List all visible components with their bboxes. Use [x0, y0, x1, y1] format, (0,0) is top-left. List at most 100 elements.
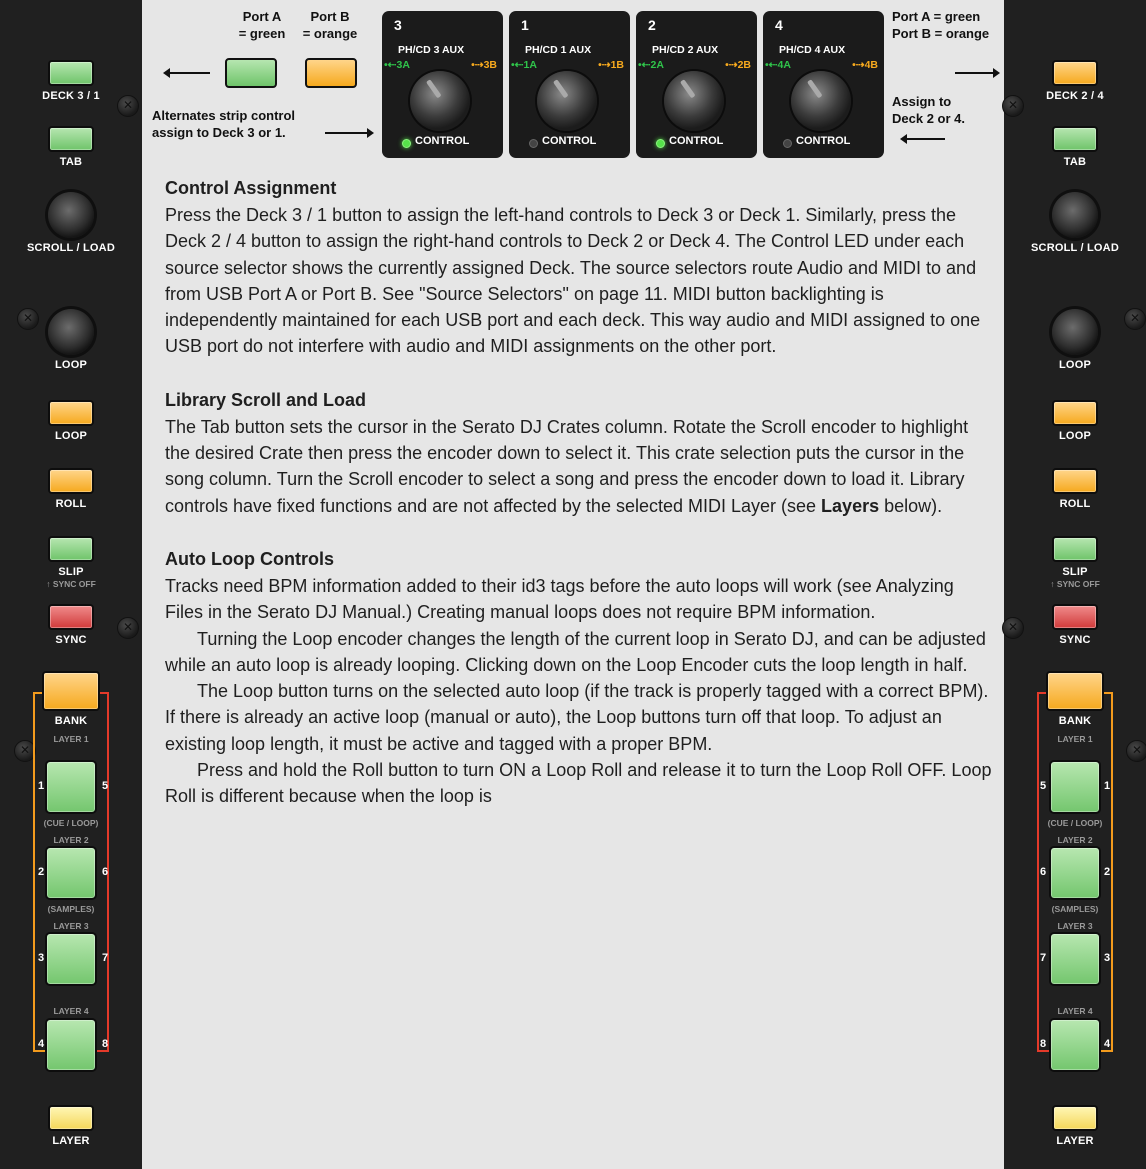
layer-label: LAYER	[1056, 1135, 1094, 1147]
paragraph-auto-loop-4: Press and hold the Roll button to turn O…	[165, 760, 992, 807]
control-label: CONTROL	[796, 135, 851, 147]
layer3-pad[interactable]	[1049, 932, 1101, 986]
layer-button[interactable]	[48, 1105, 94, 1131]
bank-button[interactable]	[42, 671, 100, 711]
tab-button[interactable]	[1052, 126, 1098, 152]
layer-button[interactable]	[1052, 1105, 1098, 1131]
paragraph-control-assignment: Press the Deck 3 / 1 button to assign th…	[165, 205, 981, 357]
pad-number: 7	[1040, 952, 1047, 964]
heading-library: Library Scroll and Load	[165, 389, 367, 410]
heading-auto-loop: Auto Loop Controls	[165, 548, 334, 569]
deck-3-1-button[interactable]	[48, 60, 94, 86]
deck-2-4-button[interactable]	[1052, 60, 1098, 86]
scroll-load-label: SCROLL / LOAD	[1031, 242, 1119, 254]
orange-swatch	[305, 58, 357, 88]
sync-button[interactable]	[48, 604, 94, 630]
scroll-load-encoder[interactable]	[1052, 192, 1098, 238]
alternates-line-2: assign to Deck 3 or 1.	[152, 125, 286, 140]
paragraph-auto-loop-2: Turning the Loop encoder changes the len…	[165, 628, 986, 675]
paragraph-library: The Tab button sets the cursor in the Se…	[165, 414, 995, 519]
right-arrow-icon	[325, 128, 374, 138]
scroll-load-label: SCROLL / LOAD	[27, 242, 115, 254]
port-a-title: Port A	[242, 9, 282, 24]
assign-note: Assign to Deck 2 or 4.	[892, 93, 965, 127]
control-led-icon	[783, 139, 792, 148]
deck-3-1-label: DECK 3 / 1	[42, 90, 100, 102]
layer3-label: LAYER 3	[1057, 921, 1093, 931]
deck-2-4-control: DECK 2 / 4	[1004, 60, 1146, 102]
layer1-label: LAYER 1	[53, 734, 89, 744]
layer4-pad[interactable]	[1049, 1018, 1101, 1072]
source-selector-knob[interactable]	[664, 71, 724, 131]
pad-number: 7	[102, 952, 109, 964]
source-selector-knob[interactable]	[410, 71, 470, 131]
slip-control: SLIP ↑ SYNC OFF	[0, 536, 142, 589]
roll-label: ROLL	[55, 498, 87, 510]
roll-button[interactable]	[1052, 468, 1098, 494]
selector-number: 2	[648, 17, 656, 33]
sync-label: SYNC	[55, 634, 87, 646]
sync-off-label: ↑ SYNC OFF	[46, 579, 96, 589]
layer4-pad[interactable]	[45, 1018, 97, 1072]
layer4-label: LAYER 4	[1057, 1006, 1093, 1016]
control-label: CONTROL	[542, 135, 597, 147]
tab-label: TAB	[59, 156, 83, 168]
selector-source-labels: PH/CD 3 AUX	[398, 44, 465, 56]
right-port-legend: Port A = green Port B = orange	[892, 8, 989, 42]
pad-number: 1	[1104, 780, 1111, 792]
source-selector-knob[interactable]	[791, 71, 851, 131]
bank-label: BANK	[1058, 715, 1092, 727]
loop-encoder[interactable]	[1052, 309, 1098, 355]
selector-port-a: •⇠3A	[384, 59, 410, 71]
scroll-load-encoder[interactable]	[48, 192, 94, 238]
source-selector-knob[interactable]	[537, 71, 597, 131]
slip-button[interactable]	[48, 536, 94, 562]
slip-label: SLIP	[58, 566, 84, 578]
layer2-pad-control: (SAMPLES) LAYER 3	[1004, 846, 1146, 931]
layer1-pad[interactable]	[1049, 760, 1101, 814]
right-port-b: Port B = orange	[892, 26, 990, 41]
layer4-pad-control	[0, 1018, 142, 1072]
loop-button-label: LOOP	[1059, 430, 1091, 442]
loop-encoder-label: LOOP	[55, 359, 87, 371]
selector-port-b: •⇢4B	[852, 59, 878, 71]
loop-button[interactable]	[48, 400, 94, 426]
selector-source-labels: PH/CD 4 AUX	[779, 44, 846, 56]
slip-button[interactable]	[1052, 536, 1098, 562]
pad-number: 3	[38, 952, 45, 964]
loop-encoder[interactable]	[48, 309, 94, 355]
pad-number: 2	[1104, 866, 1111, 878]
layer2-label: LAYER 2	[1057, 835, 1093, 845]
control-led-icon	[656, 139, 665, 148]
layer4-pad-control	[1004, 1018, 1146, 1072]
layer1-pad[interactable]	[45, 760, 97, 814]
layer2-pad[interactable]	[1049, 846, 1101, 900]
roll-button[interactable]	[48, 468, 94, 494]
sync-button[interactable]	[1052, 604, 1098, 630]
tab-control: TAB	[1004, 126, 1146, 168]
port-b-color: = orange	[302, 26, 358, 41]
layer3-pad[interactable]	[45, 932, 97, 986]
tab-button[interactable]	[48, 126, 94, 152]
loop-button[interactable]	[1052, 400, 1098, 426]
layer1-label: LAYER 1	[1057, 734, 1093, 744]
bank-control: BANK LAYER 1	[0, 671, 142, 744]
pad-number: 5	[102, 780, 109, 792]
pad-number: 8	[102, 1038, 109, 1050]
pad-number: 4	[1104, 1038, 1111, 1050]
slip-control: SLIP ↑ SYNC OFF	[1004, 536, 1146, 589]
pad-number: 8	[1040, 1038, 1047, 1050]
heading-control-assignment: Control Assignment	[165, 178, 337, 198]
paragraph-auto-loop-1: Tracks need BPM information added to the…	[165, 575, 954, 623]
layer2-pad[interactable]	[45, 846, 97, 900]
selector-port-a: •⇠1A	[511, 59, 537, 71]
bank-button[interactable]	[1046, 671, 1104, 711]
loop-encoder-label: LOOP	[1059, 359, 1091, 371]
layer4-label: LAYER 4	[53, 1006, 89, 1016]
selector-port-b: •⇢1B	[598, 59, 624, 71]
source-selector-3: 3 PH/CD 3 AUX •⇠3A •⇢3B CONTROL	[382, 11, 503, 158]
right-port-a: Port A = green	[892, 9, 981, 24]
assign-line-2: Deck 2 or 4.	[892, 111, 965, 126]
tab-control: TAB	[0, 126, 142, 168]
layer-control: LAYER	[0, 1105, 142, 1147]
